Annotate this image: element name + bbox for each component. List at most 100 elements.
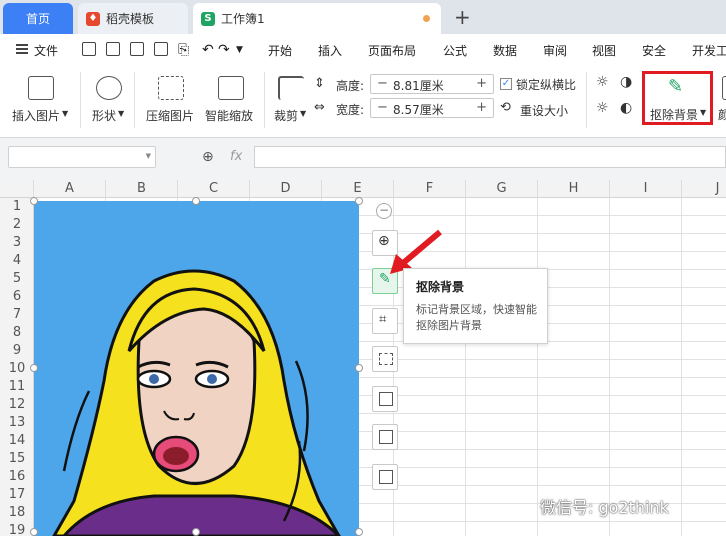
row-header[interactable]: 19 — [0, 522, 34, 540]
selected-picture[interactable] — [34, 201, 359, 536]
tab-template[interactable]: ♦ 稻壳模板 — [78, 3, 188, 34]
formula-input[interactable] — [254, 146, 726, 168]
divider — [134, 72, 135, 128]
menu-insert[interactable]: 插入 — [318, 42, 342, 59]
resize-handle[interactable] — [30, 197, 38, 205]
zoom-icon[interactable]: ⊕ — [202, 149, 214, 165]
brightness-up-icon[interactable]: ☼ — [596, 74, 609, 90]
width-input[interactable]: − 8.57厘米 + — [370, 98, 494, 118]
menu-page-layout[interactable]: 页面布局 — [368, 42, 416, 59]
menu-review[interactable]: 审阅 — [543, 42, 567, 59]
compress-image-button[interactable]: 压缩图片 — [146, 107, 194, 124]
compress-float-button[interactable] — [372, 346, 398, 372]
hamburger-icon[interactable] — [16, 44, 28, 54]
insert-image-button[interactable]: 插入图片 — [12, 107, 60, 124]
resize-handle[interactable] — [30, 364, 38, 372]
save-icon[interactable] — [82, 42, 96, 56]
column-header[interactable]: E — [322, 180, 394, 198]
row-header[interactable]: 1 — [0, 198, 34, 216]
resize-handle[interactable] — [355, 528, 363, 536]
minus-icon[interactable]: − — [377, 100, 388, 115]
column-header[interactable]: I — [610, 180, 682, 198]
format-painter-icon[interactable]: ⎘ — [178, 42, 189, 58]
tab-workbook[interactable]: S 工作簿1 — [193, 3, 441, 34]
menu-view[interactable]: 视图 — [592, 42, 616, 59]
row-header[interactable]: 8 — [0, 324, 34, 342]
row-header[interactable]: 14 — [0, 432, 34, 450]
plus-icon[interactable]: + — [476, 100, 487, 115]
column-header[interactable]: G — [466, 180, 538, 198]
height-icon: ⇕ — [314, 76, 325, 91]
chevron-down-icon[interactable]: ▼ — [62, 109, 68, 118]
row-header[interactable]: 6 — [0, 288, 34, 306]
plus-icon[interactable]: + — [476, 76, 487, 91]
smart-scale-button[interactable]: 智能缩放 — [205, 107, 253, 124]
chevron-down-icon[interactable]: ▼ — [146, 152, 151, 160]
row-header[interactable]: 12 — [0, 396, 34, 414]
crop-button[interactable]: 裁剪 — [274, 107, 298, 124]
fx-icon[interactable]: fx — [230, 149, 242, 164]
row-header[interactable]: 13 — [0, 414, 34, 432]
minus-icon[interactable]: − — [377, 76, 388, 91]
shape-button[interactable]: 形状 — [92, 107, 116, 124]
row-header[interactable]: 9 — [0, 342, 34, 360]
print-preview-icon[interactable] — [154, 42, 168, 56]
column-header[interactable]: H — [538, 180, 610, 198]
name-box[interactable]: ▼ — [8, 146, 156, 168]
menu-developer[interactable]: 开发工 — [692, 42, 726, 59]
contrast-up-icon[interactable]: ◑ — [620, 74, 632, 90]
lock-ratio-checkbox[interactable]: ✓ — [500, 78, 512, 90]
resize-handle[interactable] — [355, 197, 363, 205]
column-header[interactable]: F — [394, 180, 466, 198]
column-header[interactable]: D — [250, 180, 322, 198]
compress-icon — [379, 353, 393, 365]
crop-float-button[interactable]: ⌗ — [372, 308, 398, 334]
resize-handle[interactable] — [30, 528, 38, 536]
docer-logo-icon: ♦ — [86, 11, 100, 26]
menu-file[interactable]: 文件 — [34, 42, 58, 59]
column-header[interactable]: B — [106, 180, 178, 198]
reset-size-button[interactable]: 重设大小 — [520, 102, 568, 119]
select-all-corner[interactable] — [0, 180, 34, 198]
chevron-down-icon[interactable]: ▼ — [300, 109, 306, 118]
chevron-down-icon[interactable]: ▼ — [118, 109, 124, 118]
menu-start[interactable]: 开始 — [268, 42, 292, 59]
resize-handle[interactable] — [355, 364, 363, 372]
row-header[interactable]: 10 — [0, 360, 34, 378]
collapse-toolbar-icon[interactable]: − — [376, 203, 392, 219]
undo-icon[interactable]: ↶ — [202, 42, 214, 58]
resize-handle[interactable] — [192, 528, 200, 536]
row-header[interactable]: 18 — [0, 504, 34, 522]
image-to-pdf-button[interactable] — [372, 386, 398, 412]
row-header[interactable]: 17 — [0, 486, 34, 504]
new-tab-button[interactable]: + — [454, 5, 471, 29]
column-header[interactable]: C — [178, 180, 250, 198]
export-pdf-icon[interactable] — [106, 42, 120, 56]
remove-background-tooltip: 抠除背景 标记背景区域，快速智能抠除图片背景 — [403, 268, 548, 344]
compress-image-icon — [158, 76, 184, 100]
column-header[interactable]: A — [34, 180, 106, 198]
row-header[interactable]: 7 — [0, 306, 34, 324]
color-button[interactable]: 颜 — [718, 106, 726, 123]
image-translate-button[interactable] — [372, 424, 398, 450]
column-header[interactable]: J — [682, 180, 726, 198]
row-header[interactable]: 15 — [0, 450, 34, 468]
row-header[interactable]: 11 — [0, 378, 34, 396]
tab-home[interactable]: 首页 — [3, 3, 73, 34]
row-header[interactable]: 5 — [0, 270, 34, 288]
brightness-down-icon[interactable]: ☼ — [596, 100, 609, 116]
image-extract-button[interactable] — [372, 464, 398, 490]
contrast-down-icon[interactable]: ◐ — [620, 100, 632, 116]
row-header[interactable]: 3 — [0, 234, 34, 252]
menu-formula[interactable]: 公式 — [443, 42, 467, 59]
chevron-down-icon[interactable]: ▼ — [236, 45, 243, 55]
height-input[interactable]: − 8.81厘米 + — [370, 74, 494, 94]
row-header[interactable]: 4 — [0, 252, 34, 270]
resize-handle[interactable] — [192, 197, 200, 205]
menu-security[interactable]: 安全 — [642, 42, 666, 59]
redo-icon[interactable]: ↷ — [218, 42, 230, 58]
menu-data[interactable]: 数据 — [493, 42, 517, 59]
print-icon[interactable] — [130, 42, 144, 56]
row-header[interactable]: 2 — [0, 216, 34, 234]
row-header[interactable]: 16 — [0, 468, 34, 486]
